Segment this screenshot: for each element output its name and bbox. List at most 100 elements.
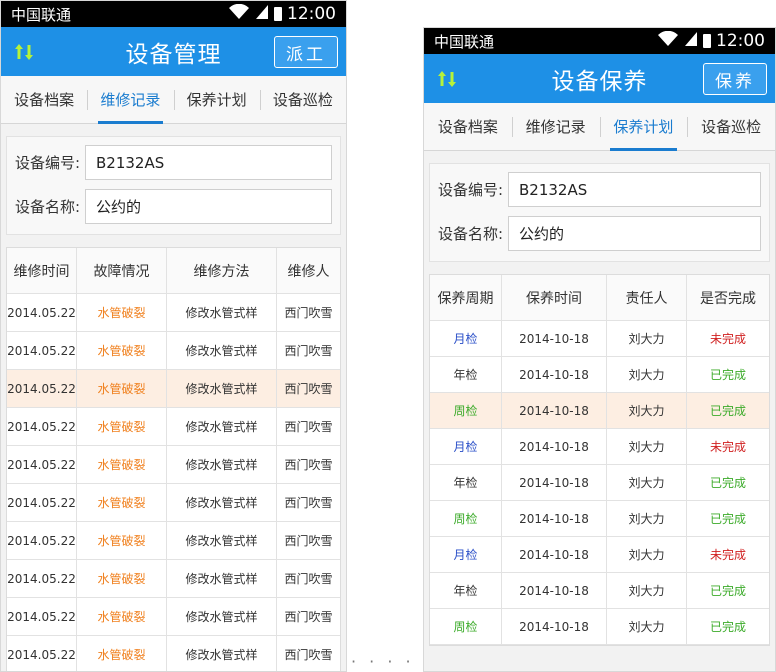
table-row[interactable]: 周检 2014-10-18 刘大力 已完成 [430,501,769,537]
table-row[interactable]: 年检 2014-10-18 刘大力 已完成 [430,465,769,501]
table-cell: 2014-10-18 [502,393,607,428]
table-cell: 西门吹雪 [284,496,333,510]
wifi-icon [657,30,679,51]
status-bar: 中国联通 12:00 [1,1,346,27]
device-number-row: 设备编号: B2132AS [438,172,761,207]
table-cell: 已完成 [709,512,746,526]
column-header: 维修时间 [7,248,77,293]
table-row[interactable]: 年检 2014-10-18 刘大力 已完成 [430,573,769,609]
table-cell: 西门吹雪 [284,344,333,358]
clock: 12:00 [287,4,336,24]
table-cell: 2014.05.22 [7,598,77,635]
device-number-field[interactable]: B2132AS [508,172,761,207]
maintain-button[interactable]: 保养 [703,63,767,95]
table-cell: 2014.05.22 [7,408,77,445]
table-row[interactable]: 2014.05.22 水管破裂 修改水管式样 西门吹雪 [7,484,340,522]
table-cell: 2014-10-18 [502,321,607,356]
table-row[interactable]: 2014.05.22 水管破裂 修改水管式样 西门吹雪 [7,522,340,560]
table-row[interactable]: 2014.05.22 水管破裂 修改水管式样 西门吹雪 [7,294,340,332]
up-down-arrows-icon[interactable] [434,66,460,92]
column-header: 是否完成 [700,290,756,307]
table-cell: 修改水管式样 [167,598,277,635]
tab-maintenance-plan[interactable]: 保养计划 [599,103,688,151]
dispatch-button[interactable]: 派工 [274,36,338,68]
table-row[interactable]: 2014.05.22 水管破裂 修改水管式样 西门吹雪 [7,332,340,370]
field-label: 设备名称: [438,225,504,243]
status-bar: 中国联通 12:00 [424,28,775,54]
device-name-field[interactable]: 公约的 [508,216,761,251]
battery-icon [274,7,282,21]
table-cell: 水管破裂 [77,370,167,407]
signal-icon [255,4,269,24]
table-cell: 修改水管式样 [167,560,277,597]
tab-maintenance-plan[interactable]: 保养计划 [173,76,260,123]
tab-repair-records[interactable]: 维修记录 [87,76,173,124]
page-title: 设备保养 [551,68,648,95]
table-row[interactable]: 年检 2014-10-18 刘大力 已完成 [430,357,769,393]
table-header-row: 保养周期 保养时间 责任人 是否完成 [430,275,769,321]
table-row[interactable]: 周检 2014-10-18 刘大力 已完成 [430,609,769,645]
table-cell: 2014-10-18 [502,501,607,536]
table-row[interactable]: 月检 2014-10-18 刘大力 未完成 [430,537,769,573]
table-cell: 2014-10-18 [502,465,607,500]
table-cell: 刘大力 [607,357,687,392]
device-number-row: 设备编号: B2132AS [15,145,332,180]
table-cell: 刘大力 [607,393,687,428]
table-cell: 未完成 [709,332,746,346]
table-cell: 年检 [430,357,502,392]
table-row[interactable]: 周检 2014-10-18 刘大力 已完成 [430,393,769,429]
table-row[interactable]: 2014.05.22 水管破裂 修改水管式样 西门吹雪 [7,408,340,446]
carrier-name: 中国联通 [11,5,72,24]
table-row[interactable]: 2014.05.22 水管破裂 修改水管式样 西门吹雪 [7,370,340,408]
table-cell: 已完成 [709,584,746,598]
table-cell: 2014-10-18 [502,609,607,644]
table-cell: 修改水管式样 [167,370,277,407]
table-cell: 西门吹雪 [284,610,333,624]
table-cell: 西门吹雪 [284,420,333,434]
up-down-arrows-icon[interactable] [11,39,37,65]
table-cell: 已完成 [709,368,746,382]
tab-repair-records[interactable]: 维修记录 [511,103,600,150]
table-cell: 周检 [430,393,502,428]
field-label: 设备编号: [15,154,81,172]
table-row[interactable]: 2014.05.22 水管破裂 修改水管式样 西门吹雪 [7,636,340,671]
table-cell: 2014-10-18 [502,429,607,464]
table-cell: 2014.05.22 [7,560,77,597]
table-cell: 年检 [430,573,502,608]
table-cell: 已完成 [709,620,746,634]
table-row[interactable]: 2014.05.22 水管破裂 修改水管式样 西门吹雪 [7,446,340,484]
table-cell: 刘大力 [607,501,687,536]
table-row[interactable]: 月检 2014-10-18 刘大力 未完成 [430,321,769,357]
table-cell: 水管破裂 [77,598,167,635]
app-bar: 设备保养 保养 [424,54,775,103]
table-cell: 水管破裂 [77,636,167,671]
table-row[interactable]: 2014.05.22 水管破裂 修改水管式样 西门吹雪 [7,598,340,636]
table-row[interactable]: 月检 2014-10-18 刘大力 未完成 [430,429,769,465]
device-info-form: 设备编号: B2132AS 设备名称: 公约的 [6,136,341,235]
table-cell: 2014.05.22 [7,636,77,671]
tab-device-inspection[interactable]: 设备巡检 [687,103,775,150]
tab-device-archive[interactable]: 设备档案 [1,76,87,123]
table-cell: 月检 [430,321,502,356]
table-cell: 修改水管式样 [167,484,277,521]
table-cell: 刘大力 [607,465,687,500]
table-cell: 2014-10-18 [502,537,607,572]
table-cell: 西门吹雪 [284,382,333,396]
table-cell: 水管破裂 [77,560,167,597]
device-name-field[interactable]: 公约的 [85,189,332,224]
device-name-row: 设备名称: 公约的 [438,216,761,251]
table-cell: 刘大力 [607,429,687,464]
tab-device-archive[interactable]: 设备档案 [424,103,512,150]
page-title: 设备管理 [125,41,222,68]
table-cell: 2014-10-18 [502,573,607,608]
device-number-field[interactable]: B2132AS [85,145,332,180]
table-cell: 周检 [430,609,502,644]
table-cell: 修改水管式样 [167,294,277,331]
table-cell: 修改水管式样 [167,636,277,671]
phone-screen-maintenance-records: 中国联通 12:00 设备管理 派工 设备档案 维修记录 保养计划 设备巡检 设备编号… [0,0,347,672]
table-cell: 未完成 [709,548,746,562]
column-header: 保养时间 [502,275,607,320]
table-row[interactable]: 2014.05.22 水管破裂 修改水管式样 西门吹雪 [7,560,340,598]
tab-device-inspection[interactable]: 设备巡检 [259,76,346,123]
table-cell: 2014.05.22 [7,522,77,559]
